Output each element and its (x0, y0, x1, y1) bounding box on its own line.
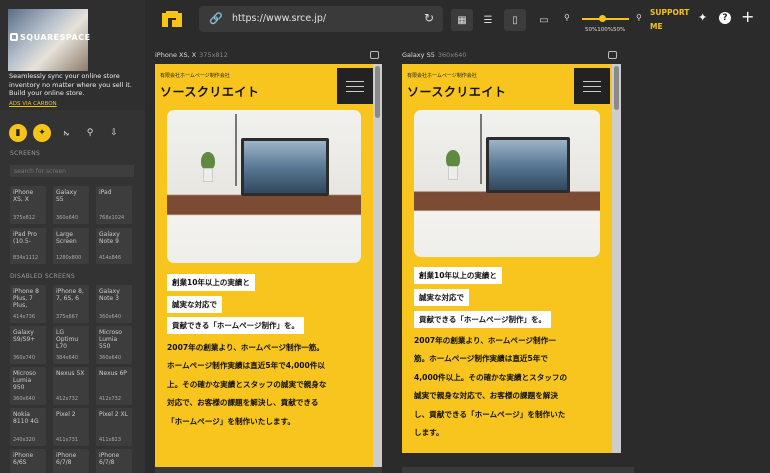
screens-label: SCREENS (10, 150, 41, 157)
screen-item[interactable]: Galaxy S5 360x640 (53, 186, 89, 224)
lamp-shape (480, 114, 482, 184)
disabled-screen-item[interactable]: LG Optimu L70 384x640 (53, 326, 89, 364)
grid-view-icon[interactable]: ▦ (451, 9, 473, 31)
intro-text: 2007年の創業より、ホームページ制作一 筋。ホームページ制作実績は直近5年で … (414, 336, 568, 438)
headline-tag: 誠実な対応で (414, 289, 469, 306)
device-viewport[interactable]: 有限会社ホームページ制作会社 ソースクリエイト 創業10年以上の実績と 誠実な対… (402, 64, 612, 453)
squarespace-logo: SQUARESPACE (10, 33, 91, 42)
screen-item[interactable]: iPad Pro (10.5- 834x1112 (10, 228, 46, 264)
screen-item[interactable]: iPhone XS, X 375x812 (10, 186, 46, 224)
laptop-shape (486, 137, 570, 193)
disabled-screen-item[interactable]: Pixel 2 411x731 (53, 408, 89, 446)
headline-tag: 貢献できる「ホームページ制作」を。 (167, 317, 304, 334)
horizontal-scrollbar[interactable] (155, 467, 382, 473)
zoom-out-icon[interactable]: ⚲ (564, 13, 570, 22)
zoom-search-icon[interactable]: ⚲ (81, 124, 99, 142)
headline-tag: 創業10年以上の実績と (414, 267, 502, 284)
scrollbar[interactable] (612, 64, 621, 453)
hero-image (414, 110, 600, 257)
disabled-screen-item[interactable]: Nexus 6P 412x732 (96, 367, 132, 405)
sidebar-tools: ▮ ✦ ⦮ ⚲ ⇩ (9, 124, 139, 142)
zoom-labels: 50%100%50% (585, 27, 626, 33)
screenshot-icon[interactable]: ⇩ (105, 124, 123, 142)
disabled-screen-item[interactable]: Microso Lumia 550 360x640 (96, 326, 132, 364)
support-me-link[interactable]: SUPPORT ME (650, 6, 689, 34)
link-icon: 🔗 (209, 12, 223, 25)
home-logo-icon[interactable] (162, 11, 182, 27)
disabled-screen-item[interactable]: Nexus 5X 412x732 (53, 367, 89, 405)
screenshot-icon[interactable] (370, 51, 379, 59)
mobile-view-icon[interactable]: ▯ (504, 9, 526, 31)
screen-item[interactable]: Large Screen 1280x800 (53, 228, 89, 264)
screen-search-input[interactable] (10, 165, 134, 177)
sidebar: SQUARESPACE Seamlessly sync your online … (0, 0, 145, 473)
disabled-screen-item[interactable]: Microso Lumia 950 360x640 (10, 367, 46, 405)
screenshot-icon[interactable] (608, 51, 617, 59)
disabled-screen-item[interactable]: Nokia 8110 4G 240x320 (10, 408, 46, 446)
intro-text: 2007年の創業より、ホームページ制作一筋。 ホームページ制作実績は直近5年で4… (167, 343, 327, 426)
company-label: 有限会社ホームページ制作会社 (407, 73, 477, 79)
url-input[interactable]: https://www.srce.jp/ (232, 13, 326, 24)
url-bar[interactable]: 🔗 https://www.srce.jp/ ↻ (199, 6, 443, 32)
screen-item[interactable]: Galaxy Note 9 414x846 (96, 228, 132, 264)
add-icon[interactable]: + (741, 7, 754, 26)
disabled-screen-item[interactable]: iPhone 8 Plus, 7 Plus, 414x736 (10, 285, 46, 323)
headline-tag: 誠実な対応で (167, 296, 222, 313)
hero-image (167, 110, 361, 263)
disabled-screen-item[interactable]: Galaxy S9/S9+ 360x740 (10, 326, 46, 364)
lamp-shape (235, 114, 237, 186)
zoom-slider-handle[interactable] (599, 15, 606, 22)
disabled-screen-item[interactable]: iPhone 6/6S (10, 449, 46, 473)
disabled-screens-label: DISABLED SCREENS (10, 273, 76, 280)
device-header: Galaxy S5 360x640 (402, 51, 467, 59)
disabled-screen-item[interactable]: iPhone 8, 7, 6S, 6 375x667 (53, 285, 89, 323)
pot-shape (448, 166, 458, 180)
device-header: iPhone XS, X 375x812 (155, 51, 228, 59)
site-logo[interactable]: ソースクリエイト (160, 83, 259, 100)
device-viewport[interactable]: 有限会社ホームページ制作会社 ソースクリエイト 創業10年以上の実績と 誠実な対… (155, 64, 373, 467)
hamburger-menu-icon[interactable] (574, 68, 610, 104)
disabled-screen-item[interactable]: iPhone 6/7/8 (53, 449, 89, 473)
horizontal-scrollbar[interactable] (402, 467, 634, 473)
disabled-screen-item[interactable]: iPhone 6/7/8 (96, 449, 132, 473)
rotate-device-icon[interactable]: ▭ (533, 9, 555, 31)
laptop-shape (241, 138, 329, 196)
company-label: 有限会社ホームページ制作会社 (160, 73, 230, 79)
columns-view-icon[interactable]: ☰ (477, 9, 499, 31)
site-logo[interactable]: ソースクリエイト (407, 83, 506, 100)
hamburger-menu-icon[interactable] (337, 68, 373, 104)
top-toolbar: 🔗 https://www.srce.jp/ ↻ ▦ ☰ ▯ ▭ ⚲ ⚲ 50%… (145, 0, 770, 38)
reload-icon[interactable]: ↻ (424, 11, 434, 25)
scrollbar[interactable] (373, 64, 382, 467)
headline-tag: 創業10年以上の実績と (167, 274, 255, 291)
screen-item[interactable]: iPad 768x1024 (96, 186, 132, 224)
pot-shape (203, 168, 213, 182)
no-cursor-icon[interactable]: ⦮ (57, 124, 75, 142)
ad-via-link[interactable]: ADS VIA CARBON (9, 101, 57, 107)
zoom-in-icon[interactable]: ⚲ (636, 13, 642, 22)
help-icon[interactable]: ? (719, 12, 731, 24)
disabled-screen-item[interactable]: Pixel 2 XL 411x823 (96, 408, 132, 446)
device-mode-icon[interactable]: ▮ (9, 124, 27, 142)
cursor-sync-icon[interactable]: ✦ (33, 124, 51, 142)
ad-text[interactable]: Seamlessly sync your online store invent… (9, 72, 139, 98)
twitter-icon[interactable]: ✦ (698, 11, 707, 24)
carbon-ad[interactable]: SQUARESPACE Seamlessly sync your online … (0, 0, 145, 110)
headline-tag: 貢献できる「ホームページ制作」を。 (414, 311, 551, 328)
disabled-screen-item[interactable]: Galaxy Note 3 360x640 (96, 285, 132, 323)
